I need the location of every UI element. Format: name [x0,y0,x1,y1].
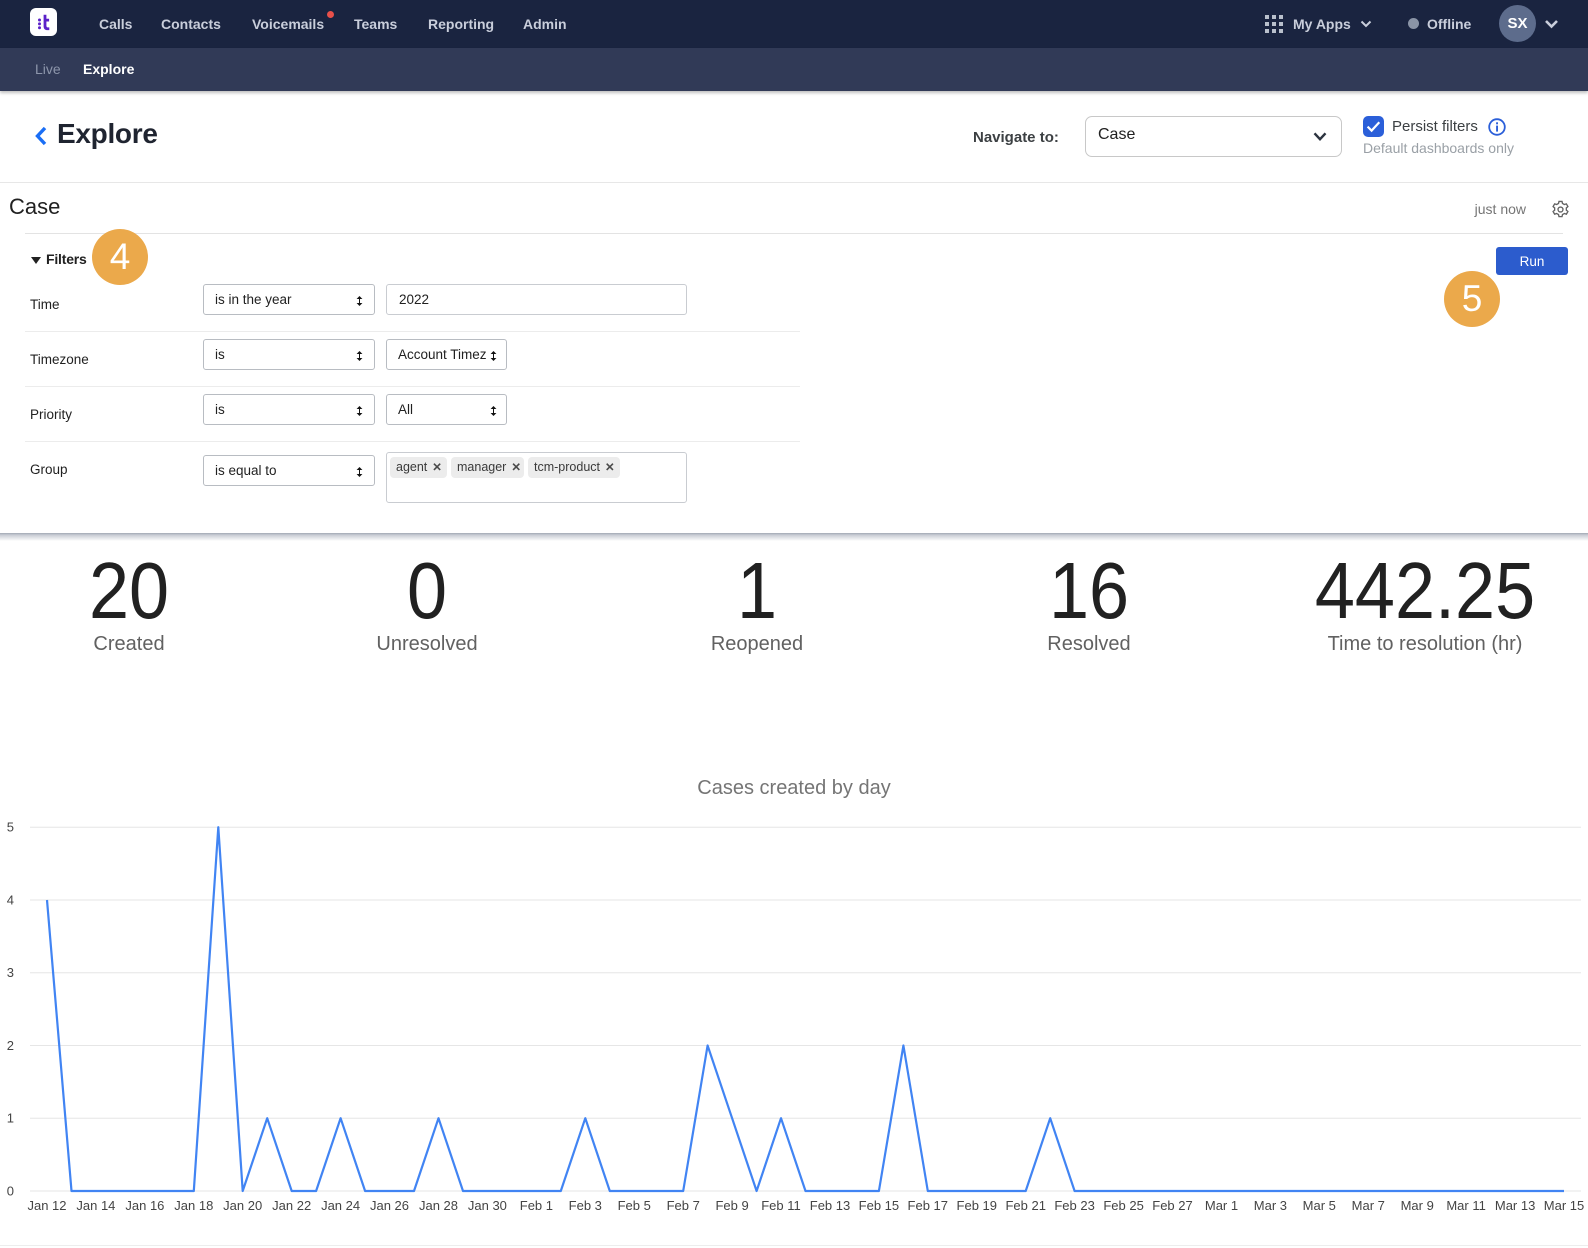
svg-text:Feb 15: Feb 15 [859,1198,899,1213]
svg-text:Feb 21: Feb 21 [1005,1198,1045,1213]
svg-text:Jan 28: Jan 28 [419,1198,458,1213]
svg-text:1: 1 [7,1111,14,1126]
svg-text:Feb 1: Feb 1 [520,1198,553,1213]
svg-text:Feb 7: Feb 7 [667,1198,700,1213]
svg-text:Jan 14: Jan 14 [76,1198,115,1213]
svg-text:Feb 5: Feb 5 [618,1198,651,1213]
svg-text:Feb 27: Feb 27 [1152,1198,1192,1213]
svg-text:Jan 16: Jan 16 [125,1198,164,1213]
svg-text:Feb 11: Feb 11 [761,1198,801,1213]
svg-text:Jan 24: Jan 24 [321,1198,360,1213]
svg-text:Mar 11: Mar 11 [1446,1198,1486,1213]
svg-text:Feb 19: Feb 19 [957,1198,997,1213]
svg-text:Feb 13: Feb 13 [810,1198,850,1213]
svg-text:Jan 18: Jan 18 [174,1198,213,1213]
svg-text:Feb 25: Feb 25 [1103,1198,1143,1213]
svg-text:Mar 3: Mar 3 [1254,1198,1287,1213]
svg-text:Feb 9: Feb 9 [715,1198,748,1213]
svg-text:Mar 13: Mar 13 [1495,1198,1535,1213]
svg-text:0: 0 [7,1184,14,1199]
svg-text:Jan 20: Jan 20 [223,1198,262,1213]
svg-text:Feb 17: Feb 17 [908,1198,948,1213]
svg-text:2: 2 [7,1038,14,1053]
svg-text:Jan 30: Jan 30 [468,1198,507,1213]
svg-text:Mar 15: Mar 15 [1544,1198,1584,1213]
svg-text:Jan 12: Jan 12 [27,1198,66,1213]
svg-text:Jan 26: Jan 26 [370,1198,409,1213]
svg-text:Feb 23: Feb 23 [1054,1198,1094,1213]
svg-text:Mar 1: Mar 1 [1205,1198,1238,1213]
svg-text:5: 5 [7,820,14,835]
svg-text:Jan 22: Jan 22 [272,1198,311,1213]
svg-text:4: 4 [7,893,14,908]
svg-text:Feb 3: Feb 3 [569,1198,602,1213]
svg-text:Mar 5: Mar 5 [1303,1198,1336,1213]
svg-text:Mar 7: Mar 7 [1352,1198,1385,1213]
svg-text:Mar 9: Mar 9 [1401,1198,1434,1213]
svg-text:3: 3 [7,965,14,980]
